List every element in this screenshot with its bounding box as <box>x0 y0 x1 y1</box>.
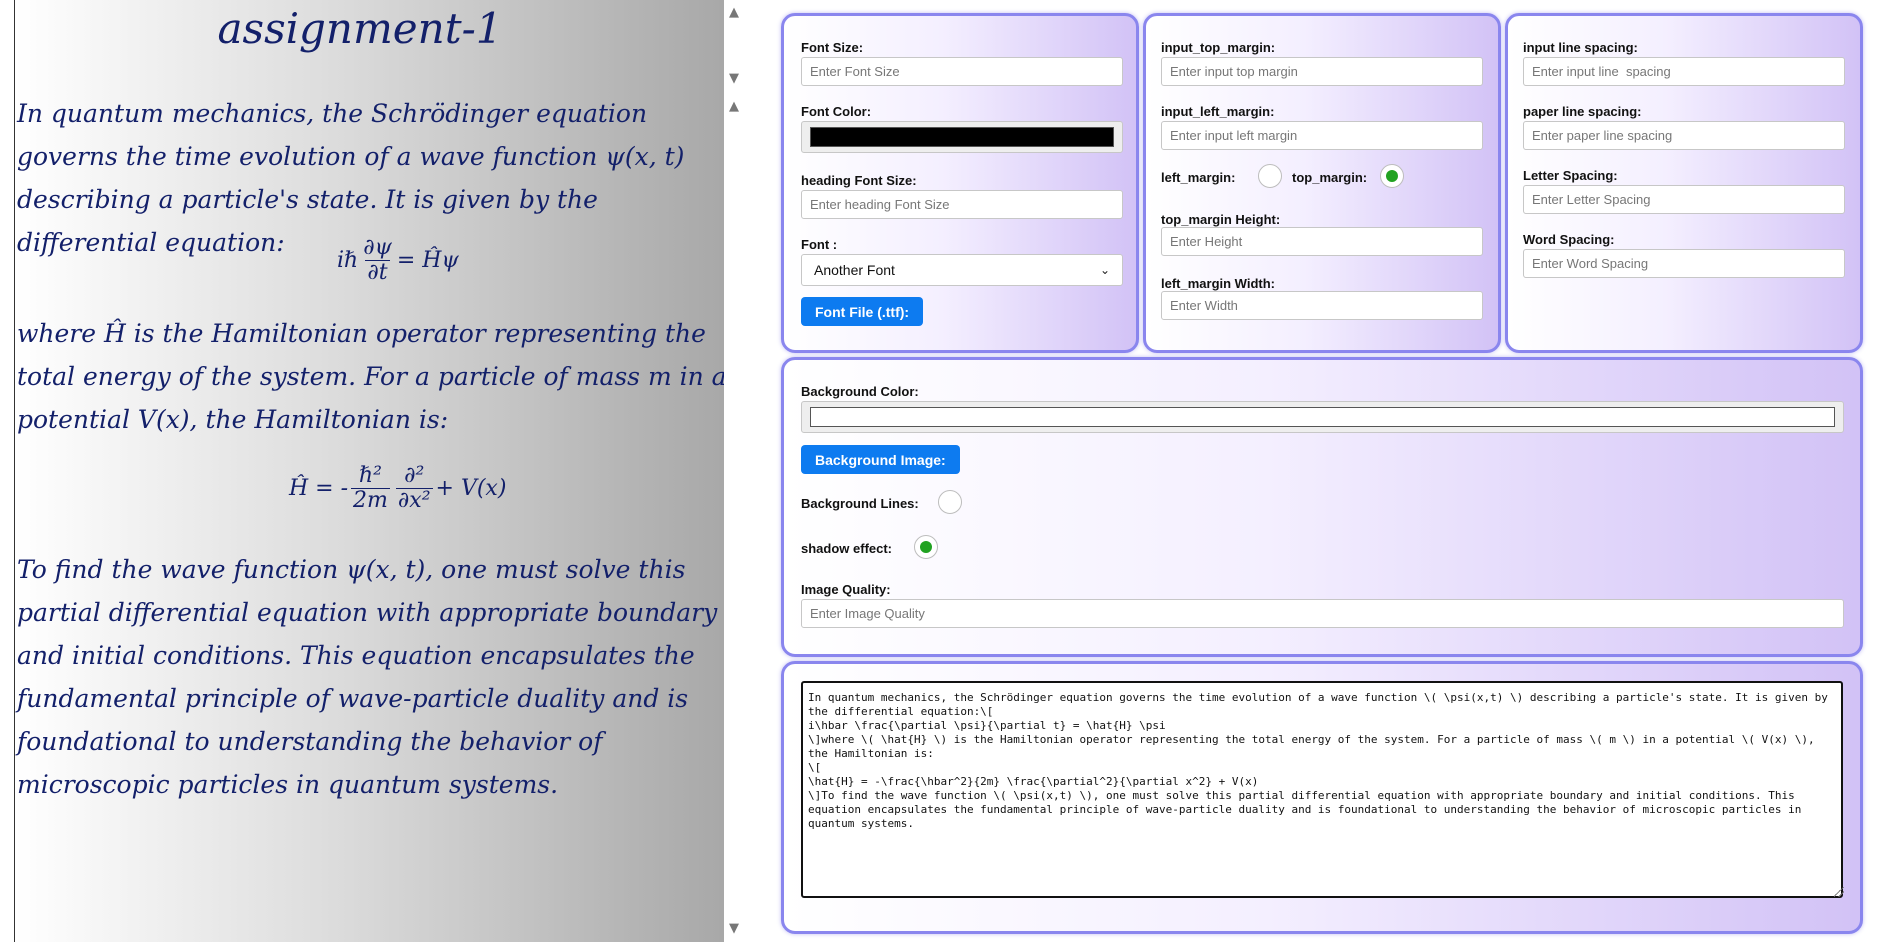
scroll-down-arrow-icon[interactable]: ▼ <box>726 72 742 86</box>
paragraph-2: where Ĥ is the Hamiltonian operator repr… <box>17 319 724 434</box>
eq2-denominator-2: ∂x² <box>395 488 433 513</box>
input-left-margin-input[interactable] <box>1161 121 1483 150</box>
eq1-fraction: ∂ψ ∂t <box>361 236 394 285</box>
eq2-lhs: Ĥ = - <box>289 476 349 501</box>
input-left-margin-label: input_left_margin: <box>1161 104 1275 119</box>
letter-spacing-label: Letter Spacing: <box>1523 168 1618 183</box>
shadow-effect-label: shadow effect: <box>801 541 893 556</box>
image-quality-label: Image Quality: <box>801 582 891 597</box>
top-margin-height-label: top_margin Height: <box>1161 212 1281 227</box>
eq2-numerator-2: ∂² <box>404 463 425 488</box>
input-line-spacing-label: input line spacing: <box>1523 40 1638 55</box>
heading-font-size-label: heading Font Size: <box>801 173 917 188</box>
background-lines-label: Background Lines: <box>801 496 919 511</box>
paper-line-spacing-label: paper line spacing: <box>1523 104 1642 119</box>
margin-settings-panel: input_top_margin: input_left_margin: lef… <box>1143 13 1501 353</box>
paragraph-3: To find the wave function ψ(x, t), one m… <box>17 555 718 799</box>
font-settings-panel: Font Size: Font Color: heading Font Size… <box>781 13 1139 353</box>
scroll-down-arrow-icon[interactable]: ▼ <box>726 922 742 936</box>
font-select-value: Another Font <box>814 262 895 278</box>
font-file-button[interactable]: Font File (.ttf): <box>801 297 924 326</box>
paper-title: assignment-1 <box>217 4 503 53</box>
eq2-fraction-2: ∂² ∂x² <box>395 463 433 513</box>
heading-font-size-input[interactable] <box>801 190 1123 219</box>
content-textarea[interactable]: In quantum mechanics, the Schrödinger eq… <box>801 681 1843 898</box>
image-quality-input[interactable] <box>801 599 1844 628</box>
equation-schrodinger: iℏ ∂ψ ∂t = Ĥψ <box>337 236 459 285</box>
input-top-margin-input[interactable] <box>1161 57 1483 86</box>
background-color-swatch <box>810 407 1835 427</box>
font-select[interactable]: Another Font ⌄ <box>801 254 1123 286</box>
preview-scrollbar[interactable]: ▲ ▼ ▲ ▼ <box>724 0 744 942</box>
font-color-swatch <box>810 127 1114 147</box>
eq1-prefix: iℏ <box>337 248 359 273</box>
left-margin-width-input[interactable] <box>1161 291 1483 320</box>
eq2-fraction-1: ℏ² 2m <box>351 464 390 513</box>
background-lines-toggle[interactable] <box>938 490 962 514</box>
scroll-up-arrow-icon[interactable]: ▲ <box>726 6 742 20</box>
resize-grip-icon[interactable] <box>1834 887 1844 897</box>
top-margin-height-input[interactable] <box>1161 227 1483 256</box>
input-line-spacing-input[interactable] <box>1523 57 1845 86</box>
word-spacing-label: Word Spacing: <box>1523 232 1615 247</box>
font-size-input[interactable] <box>801 57 1123 86</box>
top-margin-toggle[interactable] <box>1380 164 1404 188</box>
spacing-settings-panel: input line spacing: paper line spacing: … <box>1505 13 1863 353</box>
background-settings-panel: Background Color: Background Image: Back… <box>781 357 1863 657</box>
text-editor-panel: In quantum mechanics, the Schrödinger eq… <box>781 661 1863 934</box>
scroll-up-arrow-icon[interactable]: ▲ <box>726 100 742 114</box>
eq2-rhs: + V(x) <box>435 476 507 501</box>
background-color-label: Background Color: <box>801 384 919 399</box>
left-margin-width-label: left_margin Width: <box>1161 276 1275 291</box>
shadow-effect-toggle[interactable] <box>914 535 938 559</box>
eq1-numerator: ∂ψ <box>363 235 392 260</box>
font-color-label: Font Color: <box>801 104 872 119</box>
left-margin-toggle-label: left_margin: <box>1161 170 1236 185</box>
chevron-down-icon: ⌄ <box>1099 263 1110 277</box>
font-color-picker[interactable] <box>801 121 1123 153</box>
letter-spacing-input[interactable] <box>1523 185 1845 214</box>
eq2-denominator-1: 2m <box>351 488 390 513</box>
eq2-numerator-1: ℏ² <box>358 463 382 488</box>
background-image-button[interactable]: Background Image: <box>801 445 960 474</box>
input-top-margin-label: input_top_margin: <box>1161 40 1276 55</box>
top-margin-toggle-label: top_margin: <box>1292 170 1368 185</box>
paper-preview: assignment-1 In quantum mechanics, the S… <box>14 0 724 942</box>
font-size-label: Font Size: <box>801 40 864 55</box>
eq1-rhs: = Ĥψ <box>396 248 459 273</box>
font-label: Font : <box>801 237 838 252</box>
preview-pane: assignment-1 In quantum mechanics, the S… <box>0 0 744 942</box>
equation-hamiltonian: Ĥ = - ℏ² 2m ∂² ∂x² + V(x) <box>289 464 506 513</box>
eq1-denominator: ∂t <box>365 260 390 285</box>
left-margin-toggle[interactable] <box>1258 164 1282 188</box>
background-color-picker[interactable] <box>801 401 1844 433</box>
word-spacing-input[interactable] <box>1523 249 1845 278</box>
paper-line-spacing-input[interactable] <box>1523 121 1845 150</box>
